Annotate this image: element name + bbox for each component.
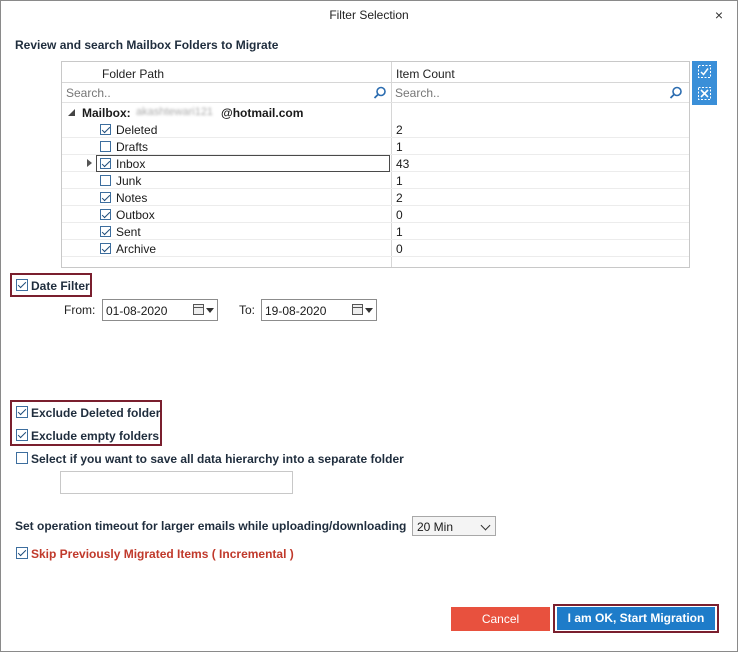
save-hierarchy-label: Select if you want to save all data hier… bbox=[31, 452, 404, 466]
to-date-value: 19-08-2020 bbox=[265, 304, 327, 318]
uncheck-all-button[interactable] bbox=[692, 83, 717, 105]
save-hierarchy-checkbox[interactable] bbox=[16, 452, 28, 464]
table-row[interactable]: Archive 0 bbox=[62, 240, 689, 257]
folder-name: Sent bbox=[116, 225, 141, 239]
table-row[interactable]: Inbox 43 bbox=[62, 155, 689, 172]
folder-search-input[interactable] bbox=[66, 85, 366, 101]
search-row bbox=[62, 83, 689, 103]
folder-grid: Folder Path Item Count Mailbox: akashtew… bbox=[61, 61, 690, 268]
folder-checkbox[interactable] bbox=[100, 192, 111, 203]
collapse-triangle-icon[interactable] bbox=[68, 109, 76, 116]
mailbox-label: Mailbox: bbox=[82, 106, 131, 120]
chevron-down-icon bbox=[480, 520, 491, 531]
folder-name: Junk bbox=[116, 174, 142, 188]
from-label: From: bbox=[64, 303, 96, 317]
hierarchy-folder-input[interactable] bbox=[60, 471, 293, 494]
check-all-button[interactable] bbox=[692, 61, 717, 83]
timeout-value: 20 Min bbox=[417, 520, 454, 534]
to-date-picker[interactable]: 19-08-2020 bbox=[261, 299, 377, 321]
start-migration-highlight: I am OK, Start Migration bbox=[553, 604, 719, 633]
table-row[interactable]: Notes 2 bbox=[62, 189, 689, 206]
close-icon[interactable]: × bbox=[709, 5, 729, 25]
folder-name: Archive bbox=[116, 242, 157, 256]
timeout-label: Set operation timeout for larger emails … bbox=[15, 519, 407, 533]
folder-name: Deleted bbox=[116, 123, 158, 137]
calendar-icon[interactable] bbox=[352, 304, 363, 315]
table-row[interactable]: Drafts 1 bbox=[62, 138, 689, 155]
folder-checkbox[interactable] bbox=[100, 141, 111, 152]
check-all-icon bbox=[698, 65, 711, 78]
timeout-select[interactable]: 20 Min bbox=[412, 516, 496, 536]
filter-selection-dialog: Filter Selection × Review and search Mai… bbox=[0, 0, 738, 652]
item-count: 43 bbox=[396, 157, 410, 171]
from-date-value: 01-08-2020 bbox=[106, 304, 168, 318]
folder-checkbox[interactable] bbox=[100, 158, 111, 169]
from-date-picker[interactable]: 01-08-2020 bbox=[102, 299, 218, 321]
table-row[interactable]: Outbox 0 bbox=[62, 206, 689, 223]
skip-migrated-label: Skip Previously Migrated Items ( Increme… bbox=[31, 547, 294, 561]
dropdown-arrow-icon[interactable] bbox=[206, 308, 214, 313]
search-icon[interactable] bbox=[373, 86, 387, 100]
table-row[interactable]: Deleted 2 bbox=[62, 121, 689, 138]
count-search-input[interactable] bbox=[395, 85, 665, 101]
section-heading: Review and search Mailbox Folders to Mig… bbox=[15, 38, 279, 52]
item-count: 0 bbox=[396, 208, 403, 222]
calendar-icon[interactable] bbox=[193, 304, 204, 315]
cancel-button[interactable]: Cancel bbox=[451, 607, 550, 631]
item-count: 1 bbox=[396, 174, 403, 188]
to-label: To: bbox=[239, 303, 256, 317]
folder-name: Drafts bbox=[116, 140, 149, 154]
title-bar: Filter Selection × bbox=[1, 1, 737, 29]
folder-checkbox[interactable] bbox=[100, 175, 111, 186]
selection-toolbar bbox=[692, 61, 717, 105]
column-header-item-count[interactable]: Item Count bbox=[396, 67, 455, 81]
item-count: 1 bbox=[396, 225, 403, 239]
search-icon[interactable] bbox=[669, 86, 683, 100]
column-header-folder-path[interactable]: Folder Path bbox=[102, 67, 164, 81]
item-count: 2 bbox=[396, 123, 403, 137]
folder-checkbox[interactable] bbox=[100, 209, 111, 220]
date-filter-label: Date Filter bbox=[31, 279, 90, 293]
mailbox-node[interactable]: Mailbox: akashtewari121 @hotmail.com bbox=[62, 104, 689, 121]
folder-name: Notes bbox=[116, 191, 148, 205]
skip-migrated-checkbox[interactable] bbox=[16, 547, 28, 559]
item-count: 1 bbox=[396, 140, 403, 154]
grid-header: Folder Path Item Count bbox=[62, 62, 689, 83]
exclude-deleted-checkbox[interactable] bbox=[16, 406, 28, 418]
start-migration-button[interactable]: I am OK, Start Migration bbox=[557, 607, 715, 630]
dialog-title: Filter Selection bbox=[329, 8, 409, 22]
item-count: 0 bbox=[396, 242, 403, 256]
folder-checkbox[interactable] bbox=[100, 124, 111, 135]
dropdown-arrow-icon[interactable] bbox=[365, 308, 373, 313]
uncheck-all-icon bbox=[698, 87, 711, 100]
folder-checkbox[interactable] bbox=[100, 243, 111, 254]
exclude-deleted-label: Exclude Deleted folder bbox=[31, 406, 161, 420]
exclude-empty-checkbox[interactable] bbox=[16, 429, 28, 441]
date-filter-checkbox[interactable] bbox=[16, 279, 28, 291]
mailbox-masked-address: akashtewari121 bbox=[136, 106, 214, 118]
table-row[interactable]: Junk 1 bbox=[62, 172, 689, 189]
folder-checkbox[interactable] bbox=[100, 226, 111, 237]
item-count: 2 bbox=[396, 191, 403, 205]
table-row[interactable]: Sent 1 bbox=[62, 223, 689, 240]
folder-name: Inbox bbox=[116, 157, 146, 171]
mailbox-domain: @hotmail.com bbox=[221, 106, 304, 120]
folder-name: Outbox bbox=[116, 208, 155, 222]
exclude-empty-label: Exclude empty folders bbox=[31, 429, 160, 443]
row-pointer-icon bbox=[87, 159, 92, 167]
